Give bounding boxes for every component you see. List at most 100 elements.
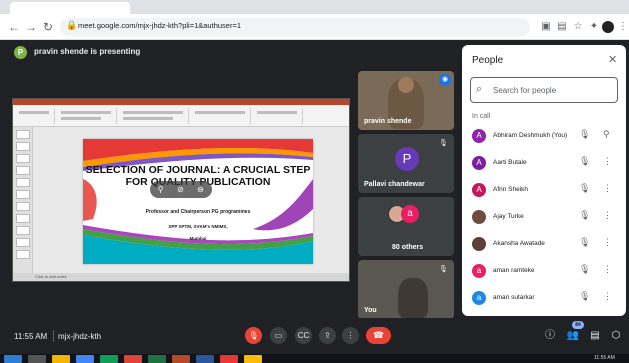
tile-name: pravin shende [364, 118, 412, 125]
slide-thumbnail[interactable] [16, 226, 30, 235]
slide-thumbnail[interactable] [16, 190, 30, 199]
slide-thumbnail[interactable] [16, 238, 30, 247]
more-options-icon[interactable]: ⋮ [603, 156, 612, 167]
search-people-input[interactable]: ⌕ Search for people [470, 77, 618, 103]
participant-name: Ajay Turke [493, 213, 524, 220]
screencast-icon[interactable]: ▤ [556, 20, 568, 34]
taskbar-app-icon[interactable] [244, 355, 262, 363]
screen: ← → ↻ 🔒 meet.google.com/mjx-jhdz-kth?pli… [0, 0, 629, 363]
ppt-slide-thumbnails [13, 127, 33, 275]
mic-off-icon: 🎙 [579, 237, 591, 247]
pin-off-icon[interactable]: ⚲ [155, 184, 166, 195]
taskbar-app-icon[interactable] [52, 355, 70, 363]
taskbar-app-icon[interactable] [124, 355, 142, 363]
start-icon[interactable] [4, 355, 22, 363]
more-options-icon[interactable]: ⋮ [603, 237, 612, 248]
meeting-control-bar: 11:55 AM mjx-jhdz-kth 🎙 ▭ CC ⇪ ⋮ ☎ ⓘ 👥 8… [0, 318, 629, 354]
slide-thumbnail[interactable] [16, 214, 30, 223]
forward-icon[interactable]: → [23, 19, 39, 35]
participant-avatar: A [472, 156, 486, 170]
mute-icon[interactable]: ⊘ [175, 184, 186, 195]
mic-toggle-button[interactable]: 🎙 [245, 327, 262, 344]
participant-avatar: a [472, 264, 486, 278]
leave-call-button[interactable]: ☎ [366, 327, 391, 344]
slide-thumbnail[interactable] [16, 202, 30, 211]
taskbar-app-icon[interactable] [148, 355, 166, 363]
participant-name: Abhiram Deshmukh (You) [493, 132, 568, 139]
participant-row[interactable]: a aman sutarkar 🎙 ⋮ [462, 286, 626, 313]
tile-others[interactable]: a 80 others [358, 197, 454, 256]
slide-thumbnail[interactable] [16, 154, 30, 163]
more-options-icon[interactable]: ⋮ [603, 291, 612, 302]
slide-thumbnail[interactable] [16, 250, 30, 259]
mic-off-icon: 🎙 [579, 210, 591, 220]
participant-photo [472, 237, 486, 251]
slide-thumbnail[interactable] [16, 178, 30, 187]
mic-off-icon: 🎙 [579, 264, 591, 274]
back-icon[interactable]: ← [6, 19, 22, 35]
pin-icon[interactable]: ⚲ [603, 129, 610, 140]
participant-avatar: a [401, 205, 419, 223]
self-video [398, 278, 428, 318]
in-call-label: In call [472, 113, 491, 120]
extensions-icon[interactable]: ✦ [588, 20, 600, 34]
presenting-banner: P pravin shende is presenting [14, 45, 214, 61]
more-options-icon[interactable]: ⋮ [603, 183, 612, 194]
taskbar-app-icon[interactable] [172, 355, 190, 363]
participant-row[interactable]: a aman ramteke 🎙 ⋮ [462, 259, 626, 286]
more-options-button[interactable]: ⋮ [342, 327, 359, 344]
more-icon[interactable]: ⊖ [195, 184, 206, 195]
camera-toggle-button[interactable]: ▭ [270, 327, 287, 344]
address-bar[interactable]: 🔒 meet.google.com/mjx-jhdz-kth?pli=1&aut… [60, 18, 530, 36]
camera-icon[interactable]: ▣ [540, 20, 552, 34]
star-icon[interactable]: ☆ [572, 20, 584, 34]
slide-thumbnail[interactable] [16, 166, 30, 175]
menu-dots-icon[interactable]: ⋮ [617, 20, 629, 34]
presentation-hover-controls: ⚲ ⊘ ⊖ [150, 181, 212, 198]
close-icon[interactable]: ✕ [608, 53, 617, 66]
taskbar-app-icon[interactable] [28, 355, 46, 363]
participant-name: Akansha Awatade [493, 240, 545, 247]
slide-institute: SPP SPTM, SVKM's NMIMS, [168, 224, 228, 229]
participant-row[interactable]: A Afrin Sheikh 🎙 ⋮ [462, 178, 626, 205]
tile-pravin-shende[interactable]: ◉ pravin shende [358, 71, 454, 130]
browser-tab-strip [0, 0, 629, 14]
profile-avatar[interactable] [602, 21, 614, 33]
participant-avatar: P [395, 147, 419, 171]
chat-icon[interactable]: ▤ [588, 329, 602, 343]
captions-button[interactable]: CC [295, 327, 312, 344]
mic-off-icon: 🎙 [439, 266, 448, 273]
taskbar-app-icon[interactable] [100, 355, 118, 363]
present-now-button[interactable]: ⇪ [319, 327, 336, 344]
reload-icon[interactable]: ↻ [40, 19, 56, 35]
taskbar-app-icon[interactable] [76, 355, 94, 363]
mic-off-icon: 🎙 [579, 129, 591, 139]
participant-name: aman sutarkar [493, 294, 535, 301]
taskbar-app-icon[interactable] [196, 355, 214, 363]
participant-row[interactable]: Akansha Awatade 🎙 ⋮ [462, 232, 626, 259]
more-options-icon[interactable]: ⋮ [603, 264, 612, 275]
mic-off-icon: 🎙 [579, 291, 591, 301]
slide-thumbnail[interactable] [16, 142, 30, 151]
activities-icon[interactable]: ⬡ [609, 329, 623, 343]
participant-row[interactable]: A Aarti Butale 🎙 ⋮ [462, 151, 626, 178]
taskbar-app-icon[interactable] [220, 355, 238, 363]
url-text: meet.google.com/mjx-jhdz-kth?pli=1&authu… [78, 21, 242, 30]
meeting-details-icon[interactable]: ⓘ [543, 329, 557, 343]
speaking-indicator-icon: ◉ [439, 74, 451, 86]
slide-presenter-line: Dr. Pravin Shende [168, 199, 201, 204]
tile-you[interactable]: 🎙 You [358, 260, 454, 319]
participant-row[interactable]: A Abhiram Deshmukh (You) 🎙 ⚲ [462, 124, 626, 151]
more-options-icon[interactable]: ⋮ [603, 210, 612, 221]
slide-thumbnail[interactable] [16, 130, 30, 139]
presenting-text: pravin shende is presenting [34, 47, 141, 56]
tile-pallavi-chandewar[interactable]: 🎙 P Pallavi chandewar [358, 134, 454, 193]
participant-photo [472, 210, 486, 224]
notes-placeholder: Click to add notes [35, 274, 67, 279]
ppt-ribbon [13, 105, 349, 127]
people-icon[interactable]: 👥 [566, 329, 580, 343]
browser-tab[interactable] [10, 2, 130, 14]
mic-off-icon: 🎙 [439, 140, 448, 147]
search-icon: ⌕ [476, 83, 483, 95]
participant-row[interactable]: Ajay Turke 🎙 ⋮ [462, 205, 626, 232]
